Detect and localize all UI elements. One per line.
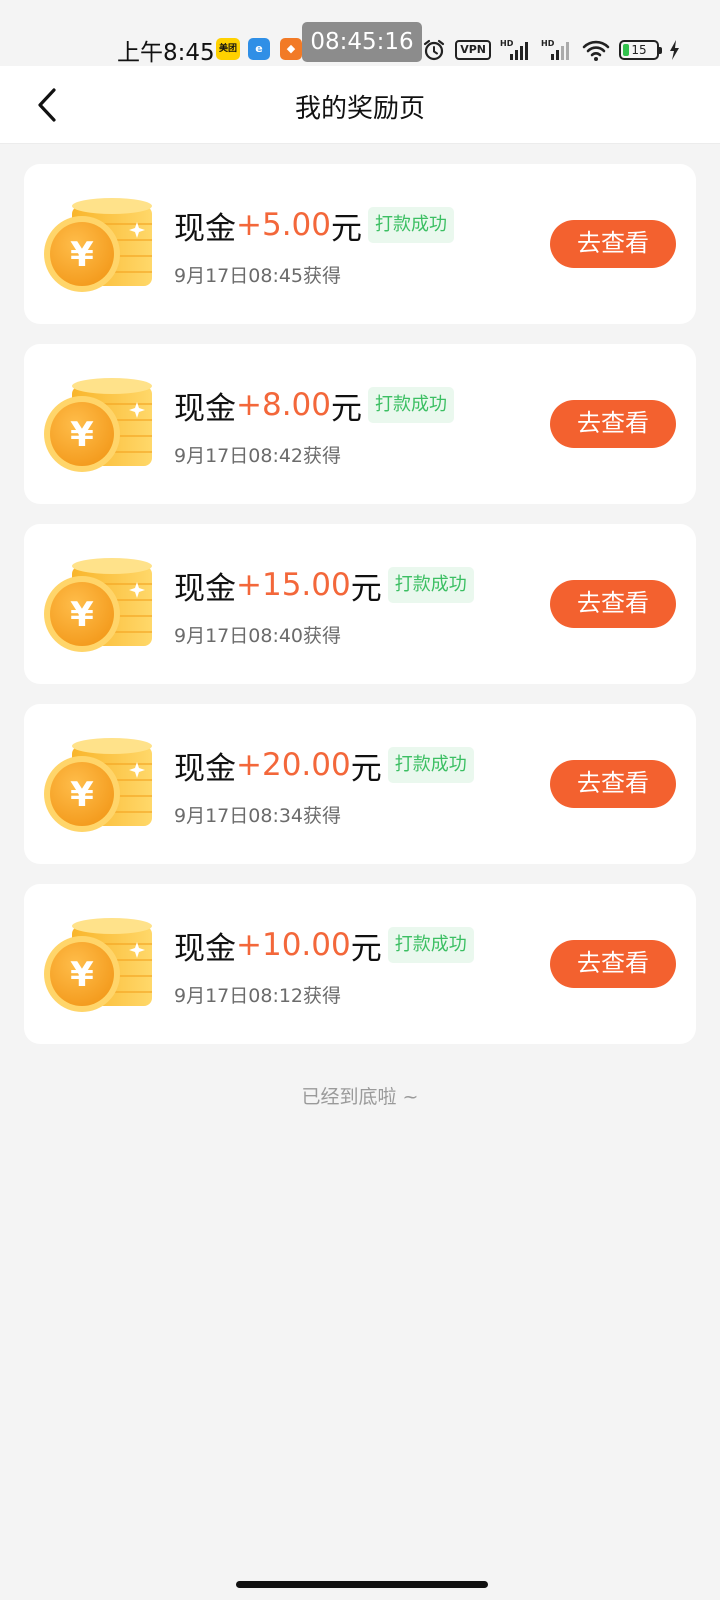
coin-stack-icon: ¥ <box>44 738 152 832</box>
wifi-icon <box>582 40 610 61</box>
view-reward-button[interactable]: 去查看 <box>550 220 676 268</box>
alarm-icon <box>424 39 445 61</box>
screen-clock-overlay: 08:45:16 <box>302 22 422 62</box>
payment-status-badge: 打款成功 <box>387 567 474 603</box>
page-title: 我的奖励页 <box>294 94 425 124</box>
reward-summary: 现金 +8.00 元打款成功 <box>174 382 454 428</box>
reward-amount: +15.00 <box>236 567 351 603</box>
shop-app-icon: ◆ <box>280 38 302 60</box>
view-reward-button[interactable]: 去查看 <box>550 400 676 448</box>
status-icons: VPN HD HD 15 <box>422 38 680 62</box>
reward-unit: 元 <box>350 750 382 787</box>
reward-list: ¥ 现金 +5.00 元打款成功 9月17日08:45获得 去查看 ¥ 现金 +8.00 元… <box>24 164 696 1064</box>
vpn-icon: VPN <box>455 40 491 60</box>
payment-status-badge: 打款成功 <box>368 207 454 243</box>
svg-text:¥: ¥ <box>70 595 94 635</box>
view-reward-button[interactable]: 去查看 <box>550 580 676 628</box>
signal-hd-icon: HD <box>500 39 528 60</box>
payment-status-badge: 打款成功 <box>387 927 474 963</box>
signal-hd-2-icon: HD <box>541 39 569 60</box>
svg-text:¥: ¥ <box>70 415 94 455</box>
coin-stack-icon: ¥ <box>44 198 152 292</box>
reward-type: 现金 <box>174 930 236 967</box>
battery-icon: 15 <box>619 40 662 60</box>
home-indicator[interactable] <box>236 1581 488 1588</box>
reward-type: 现金 <box>174 750 236 787</box>
reward-time: 9月17日08:42获得 <box>174 445 342 467</box>
meituan-app-icon: 美团 <box>216 38 240 60</box>
reward-time: 9月17日08:12获得 <box>174 985 342 1007</box>
payment-status-badge: 打款成功 <box>387 747 474 783</box>
charging-icon <box>670 40 679 60</box>
reward-card: ¥ 现金 +20.00 元打款成功 9月17日08:34获得 去查看 <box>24 704 696 864</box>
reward-time: 9月17日08:34获得 <box>174 805 342 827</box>
reward-summary: 现金 +10.00 元打款成功 <box>174 922 474 968</box>
reward-card: ¥ 现金 +5.00 元打款成功 9月17日08:45获得 去查看 <box>24 164 696 324</box>
reward-card: ¥ 现金 +10.00 元打款成功 9月17日08:12获得 去查看 <box>24 884 696 1044</box>
reward-amount: +5.00 <box>236 207 331 243</box>
list-end-text: 已经到底啦 ~ <box>301 1086 419 1108</box>
reward-type: 现金 <box>174 210 236 247</box>
reward-card: ¥ 现金 +15.00 元打款成功 9月17日08:40获得 去查看 <box>24 524 696 684</box>
reward-time: 9月17日08:40获得 <box>174 625 342 647</box>
reward-unit: 元 <box>331 210 362 247</box>
reward-unit: 元 <box>350 930 382 967</box>
svg-text:¥: ¥ <box>70 775 94 815</box>
reward-time: 9月17日08:45获得 <box>174 265 342 287</box>
reward-type: 现金 <box>174 390 236 427</box>
coin-stack-icon: ¥ <box>44 378 152 472</box>
reward-amount: +10.00 <box>236 927 351 963</box>
svg-text:HD: HD <box>500 39 514 48</box>
reward-card: ¥ 现金 +8.00 元打款成功 9月17日08:42获得 去查看 <box>24 344 696 504</box>
status-bar: 上午8:45 美团 e ◆ 08:45:16 VPN HD HD 15 <box>0 0 720 66</box>
reward-summary: 现金 +5.00 元打款成功 <box>174 202 454 248</box>
reward-amount: +20.00 <box>236 747 351 783</box>
app-header: 我的奖励页 <box>0 66 720 144</box>
svg-text:HD: HD <box>541 39 555 48</box>
reward-unit: 元 <box>331 390 362 427</box>
reward-type: 现金 <box>174 570 236 607</box>
view-reward-button[interactable]: 去查看 <box>550 940 676 988</box>
coin-stack-icon: ¥ <box>44 918 152 1012</box>
svg-text:¥: ¥ <box>70 955 94 995</box>
browser-app-icon: e <box>248 38 270 60</box>
reward-summary: 现金 +15.00 元打款成功 <box>174 562 474 608</box>
battery-level: 15 <box>631 43 647 57</box>
reward-summary: 现金 +20.00 元打款成功 <box>174 742 474 788</box>
coin-stack-icon: ¥ <box>44 558 152 652</box>
status-time: 上午8:45 <box>117 40 215 66</box>
battery-fill <box>623 44 629 56</box>
view-reward-button[interactable]: 去查看 <box>550 760 676 808</box>
payment-status-badge: 打款成功 <box>368 387 454 423</box>
svg-text:¥: ¥ <box>70 235 94 275</box>
reward-amount: +8.00 <box>236 387 331 423</box>
reward-unit: 元 <box>350 570 382 607</box>
